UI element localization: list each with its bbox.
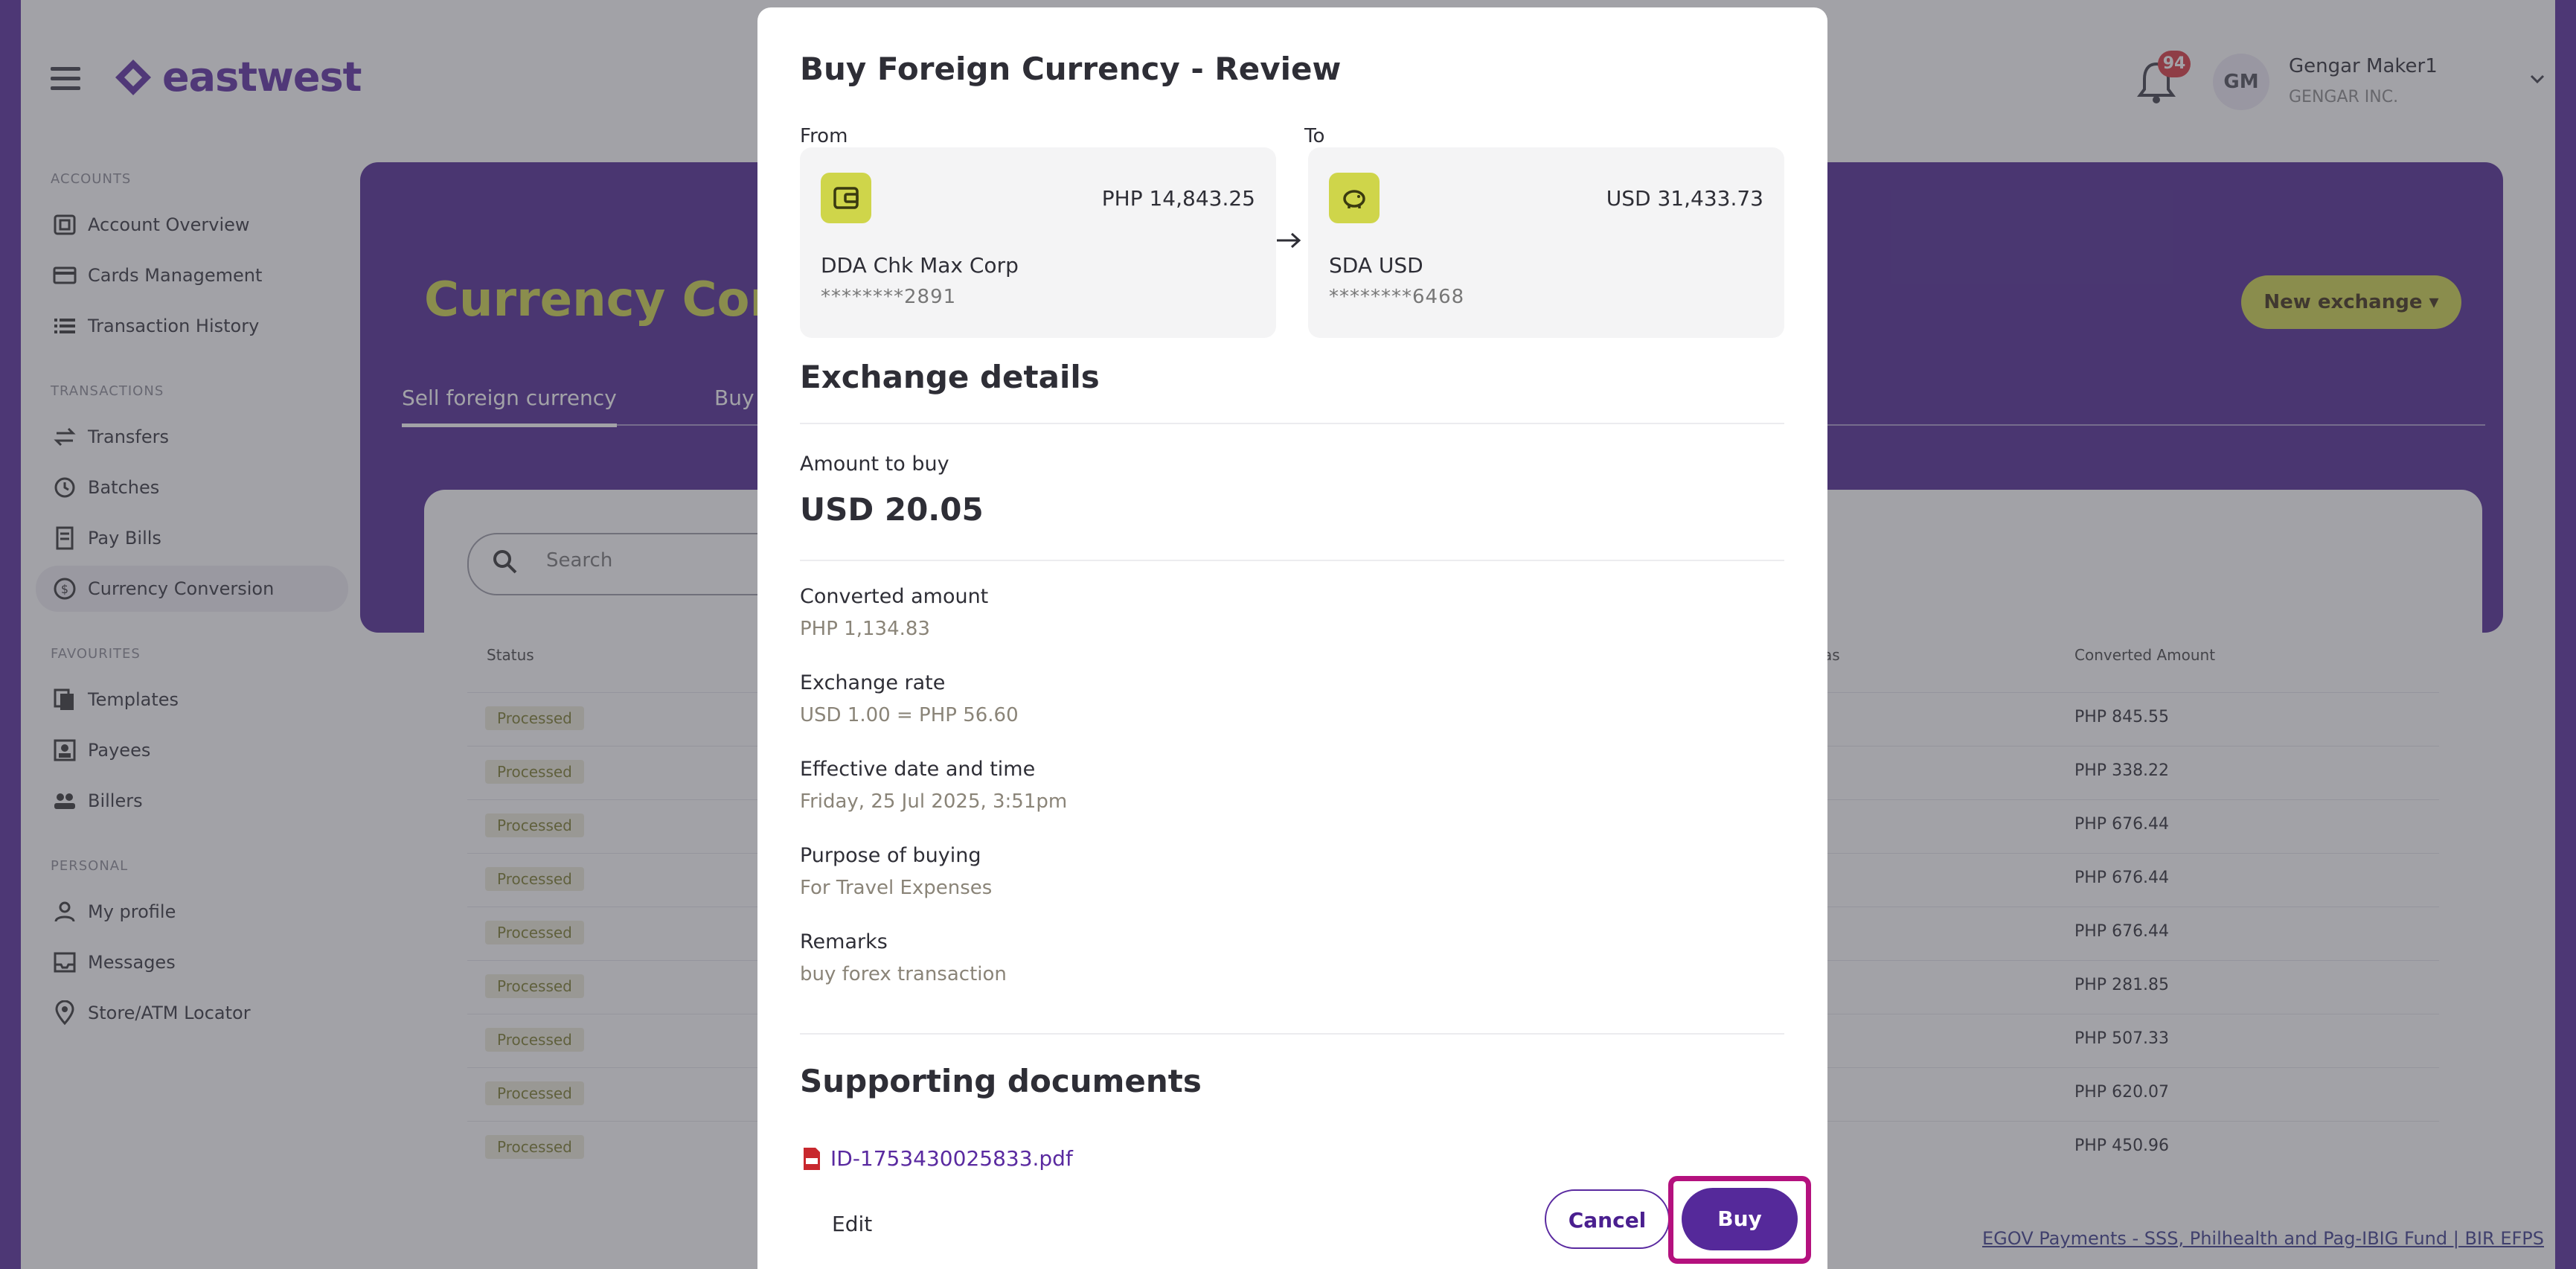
piggy-bank-icon [1329, 173, 1380, 223]
wallet-icon [821, 173, 871, 223]
exchange-rate-label: Exchange rate [800, 671, 946, 694]
pdf-file-icon [804, 1148, 820, 1170]
divider [800, 1033, 1784, 1035]
purpose-label: Purpose of buying [800, 844, 981, 867]
remarks-label: Remarks [800, 930, 888, 953]
from-account-name: DDA Chk Max Corp [821, 253, 1019, 278]
purpose-value: For Travel Expenses [800, 877, 993, 899]
to-account-card: USD 31,433.73 SDA USD ********6468 [1308, 147, 1784, 338]
exchange-details-heading: Exchange details [800, 359, 1100, 395]
remarks-value: buy forex transaction [800, 963, 1007, 985]
exchange-rate-value: USD 1.00 = PHP 56.60 [800, 704, 1019, 726]
from-account-number: ********2891 [821, 286, 957, 308]
to-account-balance: USD 31,433.73 [1606, 186, 1763, 211]
buy-button[interactable]: Buy [1682, 1188, 1798, 1250]
converted-amount-value: PHP 1,134.83 [800, 618, 930, 640]
from-account-balance: PHP 14,843.25 [1101, 186, 1255, 211]
divider [800, 560, 1784, 561]
supporting-documents-heading: Supporting documents [800, 1063, 1202, 1099]
from-account-card: PHP 14,843.25 DDA Chk Max Corp ********2… [800, 147, 1276, 338]
modal-title: Buy Foreign Currency - Review [800, 51, 1342, 87]
effective-date-value: Friday, 25 Jul 2025, 3:51pm [800, 790, 1068, 813]
cancel-button[interactable]: Cancel [1545, 1189, 1670, 1249]
to-account-number: ********6468 [1329, 286, 1465, 308]
amount-to-buy-label: Amount to buy [800, 453, 949, 476]
to-label: To [1304, 125, 1325, 147]
to-account-name: SDA USD [1329, 253, 1423, 278]
divider [800, 423, 1784, 424]
amount-to-buy-value: USD 20.05 [800, 491, 984, 528]
document-link[interactable]: ID-1753430025833.pdf [830, 1146, 1073, 1171]
converted-amount-label: Converted amount [800, 585, 989, 608]
buy-review-modal: Buy Foreign Currency - Review From To PH… [757, 7, 1827, 1269]
arrow-right-icon [1277, 232, 1301, 249]
from-label: From [800, 125, 848, 147]
effective-date-label: Effective date and time [800, 758, 1036, 781]
edit-button[interactable]: Edit [832, 1212, 872, 1236]
